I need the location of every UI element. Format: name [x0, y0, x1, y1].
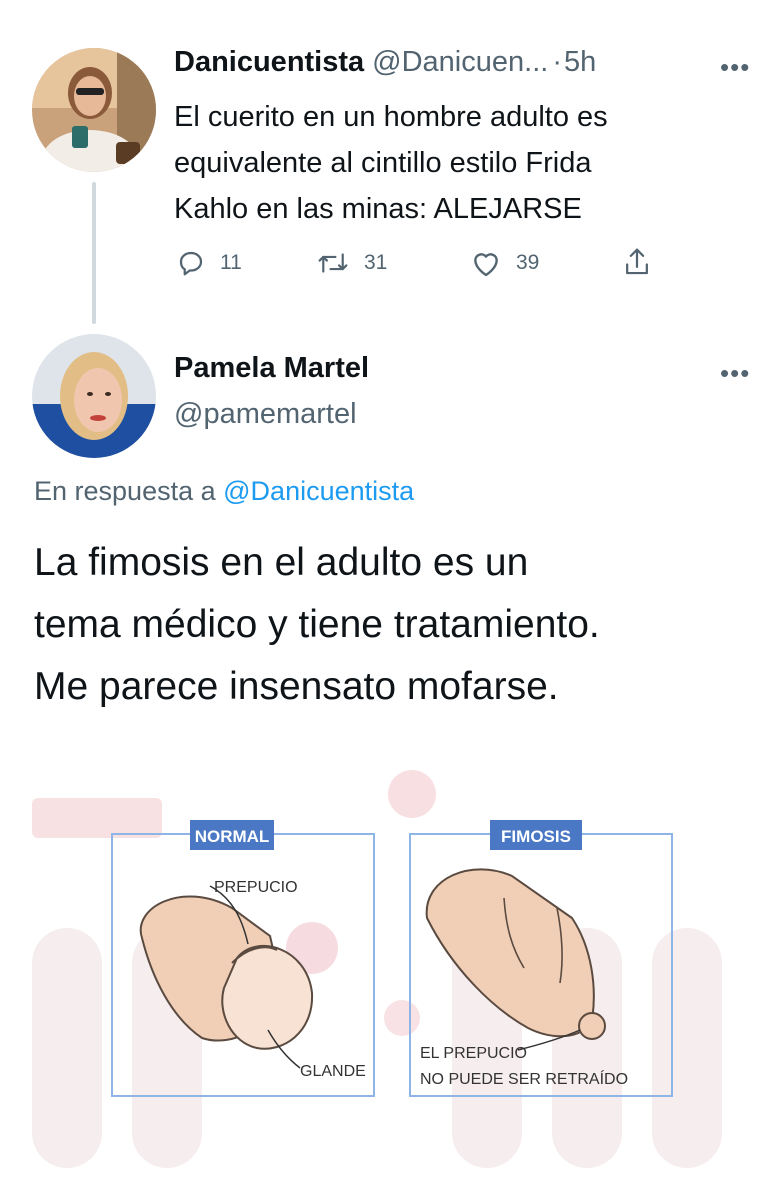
more-horizontal-icon[interactable]: •••	[720, 54, 750, 80]
tweet1-text-line: Kahlo en las minas: ALEJARSE	[174, 193, 582, 225]
like-count: 39	[516, 251, 540, 274]
retweet-count: 31	[364, 251, 388, 274]
avatar-pamela-martel[interactable]	[32, 334, 156, 458]
fimosis-tip	[578, 1012, 606, 1040]
tweet2-media-image[interactable]: NORMAL PREPUCIO GLANDE FIMOSIS EL PREPUC…	[32, 758, 754, 1168]
tweet2-text-line: Me parece insensato mofarse.	[34, 665, 559, 708]
panel-normal-title: NORMAL	[195, 827, 270, 846]
tweet2-handle[interactable]: @pamemartel	[174, 398, 357, 431]
label-glande: GLANDE	[300, 1063, 366, 1080]
label-no-puede-ser-retraido: NO PUEDE SER RETRAÍDO	[420, 1069, 628, 1088]
tweet2-text-line: tema médico y tiene tratamiento.	[34, 603, 600, 646]
reply-icon	[179, 251, 203, 276]
heart-icon	[474, 253, 498, 277]
tweet1-display-name[interactable]: Danicuentista	[174, 46, 364, 79]
label-prepucio: PREPUCIO	[214, 879, 298, 896]
reply-context: En respuesta a @Danicuentista	[34, 476, 414, 507]
more-horizontal-icon[interactable]: •••	[720, 360, 750, 386]
normal-glans	[221, 944, 314, 1050]
share-button[interactable]	[622, 246, 652, 283]
tweet1-separator: ·	[552, 46, 562, 78]
tweet1-text-line: El cuerito en un hombre adulto es	[174, 101, 608, 133]
tweet1-header: Danicuentista @Danicuen... · 5h	[174, 46, 596, 86]
panel-fimosis-title: FIMOSIS	[501, 827, 571, 846]
like-button[interactable]: 39	[470, 248, 539, 278]
label-el-prepucio: EL PREPUCIO	[420, 1045, 527, 1062]
tweet2-display-name[interactable]: Pamela Martel	[174, 352, 369, 385]
retweet-button[interactable]: 31	[316, 248, 387, 278]
reply-context-prefix: En respuesta a	[34, 476, 216, 506]
share-icon	[626, 248, 648, 275]
tweet2-text: La fimosis en el adulto es un tema médic…	[34, 532, 600, 718]
tweet1-text: El cuerito en un hombre adulto es equiva…	[174, 94, 608, 232]
tweet2-text-line: La fimosis en el adulto es un	[34, 541, 529, 584]
avatar-danicuentista[interactable]	[32, 48, 156, 172]
tweet1-time[interactable]: 5h	[564, 46, 596, 79]
tweet1-text-line: equivalente al cintillo estilo Frida	[174, 147, 592, 179]
thread-connector-line	[92, 182, 96, 324]
retweet-icon	[318, 253, 348, 273]
reply-button[interactable]: 11	[176, 248, 242, 278]
reply-count: 11	[220, 251, 242, 274]
tweet1-handle[interactable]: @Danicuen...	[372, 46, 548, 79]
reply-context-handle-link[interactable]: @Danicuentista	[223, 476, 414, 506]
